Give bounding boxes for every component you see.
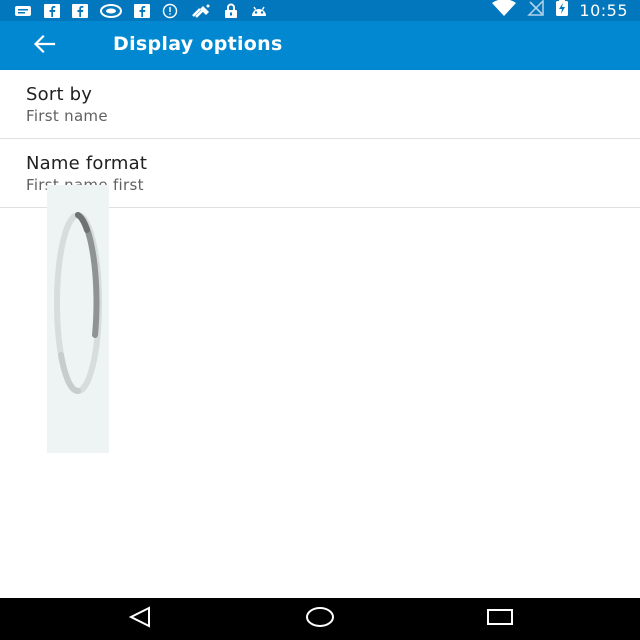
battery-charging-icon <box>555 0 569 22</box>
facebook-icon <box>134 3 150 19</box>
back-button[interactable] <box>22 31 66 61</box>
arrow-back-icon <box>32 34 56 59</box>
system-status: 10:55 <box>491 0 628 22</box>
notification-icons <box>14 2 268 19</box>
no-signal-icon <box>527 0 545 22</box>
android-icon <box>250 3 268 19</box>
lock-icon <box>224 3 238 19</box>
navigation-bar <box>0 598 640 640</box>
facebook-icon <box>44 3 60 19</box>
wifi-icon <box>491 0 517 22</box>
messaging-icon <box>100 3 122 19</box>
page-title: Display options <box>113 33 283 55</box>
nav-home-button[interactable] <box>298 604 342 634</box>
app-bar: Display options <box>0 21 640 70</box>
setting-title: Name format <box>26 153 148 174</box>
nav-back-button[interactable] <box>118 604 162 634</box>
setting-summary: First name <box>26 107 108 125</box>
nav-recents-button[interactable] <box>478 604 522 634</box>
setting-title: Sort by <box>26 84 93 105</box>
loading-spinner-icon <box>54 212 102 395</box>
back-triangle-icon <box>127 605 153 633</box>
screen: 10:55 Display options Sort by First name… <box>0 0 640 640</box>
facebook-icon <box>72 3 88 19</box>
setting-sort-by[interactable]: Sort by First name <box>0 70 640 139</box>
info-icon <box>162 3 178 19</box>
recents-square-icon <box>486 607 514 632</box>
status-time: 10:55 <box>579 1 628 20</box>
satellite-icon <box>190 3 212 19</box>
loading-overlay <box>47 185 109 453</box>
home-circle-icon <box>305 606 335 633</box>
notification-icon <box>14 3 32 19</box>
status-bar: 10:55 <box>0 0 640 21</box>
